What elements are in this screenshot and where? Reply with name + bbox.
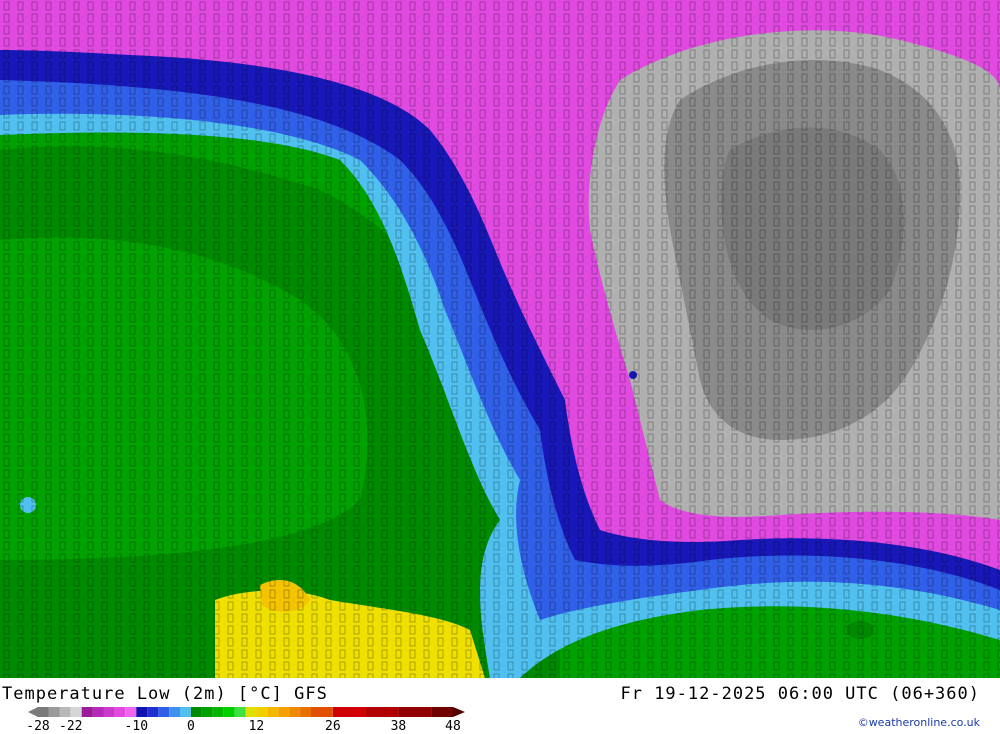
legend-swatch: [70, 707, 82, 717]
legend-swatch: [431, 707, 453, 717]
legend-swatch: [38, 707, 49, 717]
legend-tick-label: 0: [186, 719, 195, 734]
legend-swatch: [256, 707, 268, 717]
legend-swatch: [398, 707, 432, 717]
legend-tick-label: -28: [26, 719, 50, 734]
temperature-map: [0, 0, 1000, 678]
legend-swatch: [180, 707, 191, 717]
legend-tick-label: -22: [59, 719, 83, 734]
legend-arrow-left: [28, 707, 38, 717]
legend-swatch: [125, 707, 137, 717]
legend-swatch: [311, 707, 333, 717]
legend-swatch: [332, 707, 366, 717]
legend-swatch: [81, 707, 93, 717]
legend-swatch: [59, 707, 71, 717]
legend-swatch: [190, 707, 202, 717]
legend-swatch: [201, 707, 213, 717]
legend-swatch: [223, 707, 235, 717]
legend-swatch: [114, 707, 126, 717]
product-title: Temperature Low (2m) [°C] GFS: [2, 684, 328, 704]
legend-swatch: [289, 707, 301, 717]
color-scale-legend: [28, 707, 465, 717]
legend-swatch: [136, 707, 148, 717]
legend-swatch: [300, 707, 311, 717]
legend-swatch: [212, 707, 224, 717]
legend-swatch: [48, 707, 60, 717]
valid-time: Fr 19-12-2025 06:00 UTC (06+360): [620, 684, 980, 704]
legend-swatch: [92, 707, 104, 717]
legend-swatch: [158, 707, 169, 717]
legend-tick-label: -10: [124, 719, 149, 734]
legend-swatch: [234, 707, 246, 717]
legend-arrow-right: [453, 707, 465, 717]
legend-tick-label: 12: [248, 719, 265, 734]
legend-tick-label: 26: [325, 719, 341, 734]
legend-swatch: [103, 707, 115, 717]
legend-tick-label: 48: [445, 719, 461, 734]
legend-swatch: [278, 707, 290, 717]
legend-swatch: [169, 707, 180, 717]
legend-swatch: [245, 707, 257, 717]
legend-swatch: [147, 707, 159, 717]
value-grid-overlay: [0, 0, 1000, 678]
legend-swatch: [267, 707, 279, 717]
legend-swatch: [365, 707, 399, 717]
credit-link[interactable]: ©weatheronline.co.uk: [858, 716, 980, 729]
legend-tick-label: 38: [390, 719, 407, 734]
